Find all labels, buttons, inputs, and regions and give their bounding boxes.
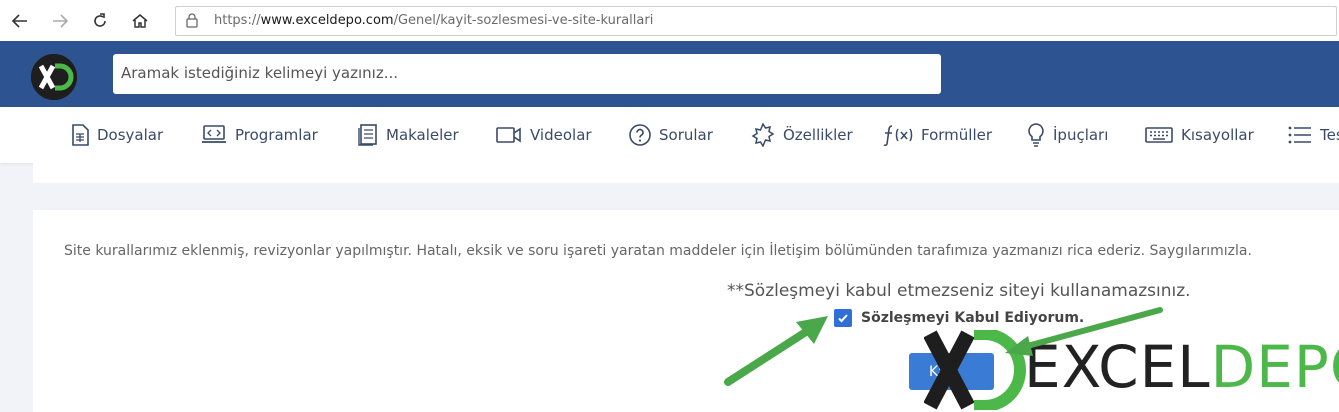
browser-toolbar: https://www.exceldepo.com/Genel/kayit-so… — [0, 0, 1339, 42]
lightbulb-icon — [1028, 123, 1044, 147]
main-nav: Dosyalar Programlar Makaleler Videolar S… — [0, 107, 1339, 163]
search-box — [113, 54, 941, 94]
agreement-checkbox-row[interactable]: Sözleşmeyi Kabul Ediyorum. — [834, 309, 1084, 327]
nav-label: Özellikler — [783, 126, 853, 144]
nav-item-makaleler[interactable]: Makaleler — [358, 107, 459, 163]
nav-label: Sorular — [659, 126, 713, 144]
nav-item-programlar[interactable]: Programlar — [201, 107, 318, 163]
refresh-icon[interactable] — [88, 9, 112, 33]
nav-label: Videolar — [530, 126, 592, 144]
exceldepo-watermark: EXCELDEPO — [924, 326, 1339, 412]
nav-item-tes[interactable]: Tes — [1288, 107, 1339, 163]
site-logo[interactable] — [31, 54, 77, 100]
function-icon — [883, 125, 913, 146]
search-input[interactable] — [113, 54, 929, 92]
nav-item-ipuclari[interactable]: İpuçları — [1027, 107, 1108, 163]
agreement-checkbox[interactable] — [834, 309, 852, 327]
nav-label: Formüller — [921, 126, 993, 144]
nav-label: Programlar — [235, 126, 318, 144]
watermark-excel: EXCEL — [1024, 333, 1211, 401]
checkmark-icon — [838, 314, 848, 323]
nav-label: İpuçları — [1053, 126, 1109, 144]
nav-item-formuller[interactable]: Formüller — [883, 107, 992, 163]
lock-icon — [186, 13, 198, 33]
nav-label: Kısayollar — [1181, 126, 1254, 144]
nav-item-sorular[interactable]: Sorular — [629, 107, 713, 163]
address-bar[interactable]: https://www.exceldepo.com/Genel/kayit-so… — [175, 6, 1337, 36]
content-card-top — [33, 163, 1339, 183]
nav-label: Tes — [1320, 126, 1339, 144]
nav-item-dosyalar[interactable]: Dosyalar — [71, 107, 163, 163]
question-icon — [629, 124, 651, 146]
home-icon[interactable] — [128, 9, 152, 33]
badge-icon — [751, 123, 775, 147]
nav-label: Dosyalar — [97, 126, 164, 144]
agreement-checkbox-label: Sözleşmeyi Kabul Ediyorum. — [861, 310, 1085, 326]
url-text: https://www.exceldepo.com/Genel/kayit-so… — [214, 13, 653, 28]
laptop-code-icon — [202, 125, 226, 143]
nav-label: Makaleler — [386, 126, 459, 144]
nav-item-videolar[interactable]: Videolar — [496, 107, 592, 163]
watermark-text: EXCELDEPO — [1024, 336, 1339, 398]
site-header — [0, 41, 1339, 107]
nav-item-ozellikler[interactable]: Özellikler — [751, 107, 853, 163]
url-host: www.exceldepo.com — [260, 13, 394, 28]
watermark-x-mark — [924, 330, 1026, 410]
watermark-depo: DEPO — [1210, 333, 1339, 401]
agreement-warning: **Sözleşmeyi kabul etmezseniz siteyi kul… — [727, 281, 1191, 301]
back-icon[interactable] — [8, 9, 32, 33]
notice-text: Site kurallarımız eklenmiş, revizyonlar … — [64, 243, 1252, 259]
nav-item-kisayollar[interactable]: Kısayollar — [1145, 107, 1254, 163]
list-icon — [1288, 126, 1311, 144]
keyboard-icon — [1145, 127, 1173, 143]
video-icon — [496, 127, 521, 143]
article-icon — [358, 124, 377, 146]
forward-icon[interactable] — [48, 9, 72, 33]
spreadsheet-icon — [72, 124, 89, 146]
url-path: /Genel/kayit-sozlesmesi-ve-site-kurallar… — [393, 13, 654, 28]
url-prefix: https:// — [214, 13, 261, 28]
